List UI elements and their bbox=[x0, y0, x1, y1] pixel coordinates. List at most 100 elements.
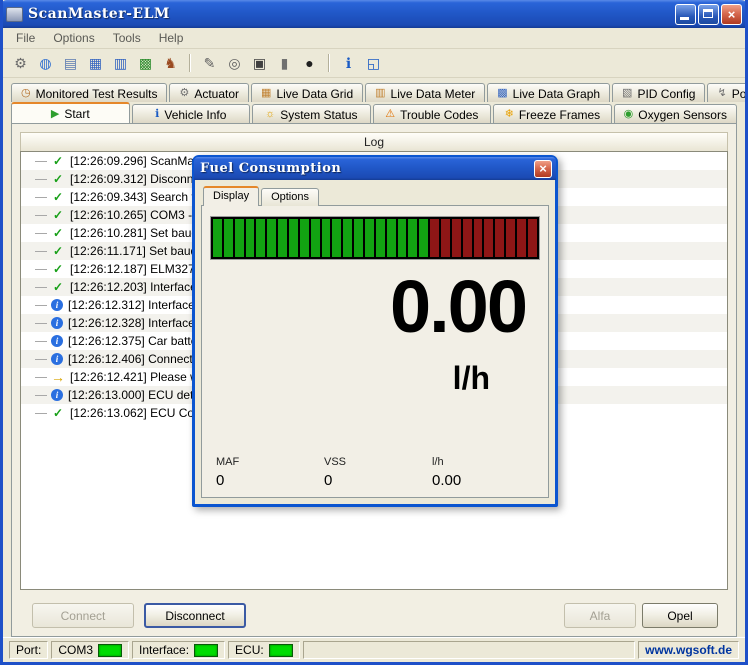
tab-monitored-test-results[interactable]: ◷ Monitored Test Results bbox=[11, 83, 168, 102]
dialog-stats: MAF 0 VSS 0 l/h 0.00 bbox=[216, 456, 540, 489]
toolbar-connect-icon[interactable]: ⚙ bbox=[9, 52, 32, 75]
tab-label: Vehicle Info bbox=[164, 107, 227, 122]
close-button[interactable]: × bbox=[721, 3, 742, 25]
log-check-icon: ✓ bbox=[52, 172, 64, 186]
grid-icon: ▦ bbox=[261, 87, 272, 99]
tab-vehicle-info[interactable]: ℹ Vehicle Info bbox=[131, 104, 251, 123]
stat-value: 0.00 bbox=[432, 472, 462, 489]
dialog-tab-display[interactable]: Display bbox=[203, 186, 260, 206]
freeze-icon: ❄ bbox=[504, 108, 514, 120]
toolbar-globe-icon[interactable]: ◍ bbox=[34, 52, 57, 75]
gauge-segment-green bbox=[321, 219, 331, 257]
power-icon: ↯ bbox=[717, 87, 727, 99]
gauge-segment-red bbox=[451, 219, 461, 257]
gauge-segment-green bbox=[343, 219, 353, 257]
dialog-tab-options[interactable]: Options bbox=[261, 188, 319, 206]
tab-pid-config[interactable]: ▧ PID Config bbox=[612, 83, 706, 102]
tab-label: Live Data Meter bbox=[390, 86, 476, 101]
app-window: ScanMaster-ELM × File Options Tools Help ⚙ ◍… bbox=[0, 0, 748, 665]
log-check-icon: ✓ bbox=[52, 244, 64, 258]
tree-line bbox=[35, 250, 47, 252]
port-label: Port: bbox=[16, 643, 42, 657]
gauge-segment-green bbox=[278, 219, 288, 257]
toolbar-data-graph-icon[interactable]: ▩ bbox=[134, 52, 157, 75]
fuel-gauge bbox=[210, 216, 540, 260]
dialog-titlebar[interactable]: Fuel Consumption × bbox=[194, 157, 556, 180]
tab-system-status[interactable]: ☼ System Status bbox=[252, 104, 371, 123]
menu-file[interactable]: File bbox=[7, 29, 44, 47]
minimize-button[interactable] bbox=[675, 3, 696, 25]
tree-line bbox=[35, 286, 47, 288]
tree-line bbox=[35, 196, 47, 198]
gauge-segment-green bbox=[289, 219, 298, 257]
log-check-icon: ✓ bbox=[52, 208, 64, 222]
footer-buttons: Connect Disconnect Alfa Opel bbox=[20, 596, 728, 636]
menu-options[interactable]: Options bbox=[44, 29, 103, 47]
tab-trouble-codes[interactable]: ⚠ Trouble Codes bbox=[372, 104, 492, 123]
toolbar-monitor-icon[interactable]: ◱ bbox=[362, 52, 385, 75]
disc-icon: ● bbox=[305, 55, 314, 71]
tab-live-data-graph[interactable]: ▩ Live Data Graph bbox=[487, 83, 611, 102]
tab-label: Monitored Test Results bbox=[35, 86, 158, 101]
toolbar-data-meter-icon[interactable]: ▥ bbox=[109, 52, 132, 75]
stat-label: VSS bbox=[324, 456, 347, 468]
interface-cell: Interface: bbox=[132, 641, 226, 659]
log-text: [12:26:12.203] Interface bbox=[70, 280, 197, 294]
tab-row-top: ◷ Monitored Test Results ⚙ Actuator ▦ Live Da… bbox=[3, 78, 745, 102]
log-info-icon: i bbox=[51, 389, 63, 401]
dialog-close-button[interactable]: × bbox=[534, 159, 552, 178]
log-text: [12:26:12.187] ELM327 v bbox=[70, 262, 205, 276]
tab-live-data-grid[interactable]: ▦ Live Data Grid bbox=[251, 83, 364, 102]
statusbar: Port: COM3 Interface: ECU: www.wgsoft.de bbox=[3, 637, 745, 662]
search-icon: ◎ bbox=[228, 55, 241, 71]
gauge-segment-red bbox=[462, 219, 472, 257]
toolbar-report-icon[interactable]: ▤ bbox=[59, 52, 82, 75]
tab-label: Actuator bbox=[194, 86, 240, 101]
website-link[interactable]: www.wgsoft.de bbox=[645, 643, 732, 657]
log-text: [12:26:10.281] Set baudr bbox=[70, 226, 203, 240]
tab-freeze-frames[interactable]: ❄ Freeze Frames bbox=[493, 104, 612, 123]
disconnect-button[interactable]: Disconnect bbox=[144, 603, 246, 628]
info-icon: ℹ bbox=[345, 55, 352, 71]
warning-icon: ⚠ bbox=[385, 108, 396, 120]
gauge-segment-green bbox=[223, 219, 233, 257]
port-value: COM3 bbox=[58, 643, 94, 657]
gauge-segment-green bbox=[365, 219, 374, 257]
vehicle-icon: ℹ bbox=[155, 108, 160, 120]
opel-button[interactable]: Opel bbox=[642, 603, 718, 628]
actuator-icon: ♞ bbox=[164, 55, 177, 71]
toolbar: ⚙ ◍ ▤ ▦ ▥ ▩ ♞ ✎ ◎ ▣ ▮ ● ℹ ◱ bbox=[3, 49, 745, 78]
tab-power[interactable]: ↯ Power bbox=[707, 83, 747, 102]
toolbar-search-icon[interactable]: ◎ bbox=[223, 52, 246, 75]
tab-label: Power bbox=[731, 86, 747, 101]
menu-help[interactable]: Help bbox=[150, 29, 193, 47]
toolbar-data-grid-icon[interactable]: ▦ bbox=[84, 52, 107, 75]
log-arrow-icon: → bbox=[51, 369, 65, 385]
tree-line bbox=[35, 394, 47, 396]
titlebar[interactable]: ScanMaster-ELM × bbox=[3, 0, 745, 28]
toolbar-camera-icon[interactable]: ▣ bbox=[248, 52, 271, 75]
tab-live-data-meter[interactable]: ▥ Live Data Meter bbox=[365, 83, 486, 102]
gauge-segment-red bbox=[473, 219, 483, 257]
maximize-button[interactable] bbox=[698, 3, 719, 25]
window-title: ScanMaster-ELM bbox=[28, 6, 170, 22]
log-info-icon: i bbox=[51, 353, 63, 365]
data-meter-icon: ▥ bbox=[113, 55, 128, 71]
toolbar-actuator-icon[interactable]: ♞ bbox=[159, 52, 182, 75]
tab-oxygen-sensors[interactable]: ◉ Oxygen Sensors bbox=[613, 104, 737, 123]
tab-start[interactable]: ▶ Start bbox=[11, 102, 130, 123]
gauge-segment-green bbox=[267, 219, 277, 257]
toolbar-battery-icon[interactable]: ▮ bbox=[273, 52, 296, 75]
toolbar-notes-icon[interactable]: ✎ bbox=[198, 52, 221, 75]
gauge-segment-green bbox=[299, 219, 309, 257]
toolbar-info-icon[interactable]: ℹ bbox=[337, 52, 360, 75]
tab-actuator[interactable]: ⚙ Actuator bbox=[169, 83, 250, 102]
menubar: File Options Tools Help bbox=[3, 28, 745, 49]
gauge-segment-green bbox=[256, 219, 266, 257]
toolbar-disc-icon[interactable]: ● bbox=[298, 52, 321, 75]
stat-value: 0 bbox=[216, 472, 225, 489]
menu-tools[interactable]: Tools bbox=[104, 29, 150, 47]
tree-line bbox=[35, 340, 47, 342]
graph-icon: ▩ bbox=[497, 87, 508, 99]
log-check-icon: ✓ bbox=[52, 406, 64, 420]
